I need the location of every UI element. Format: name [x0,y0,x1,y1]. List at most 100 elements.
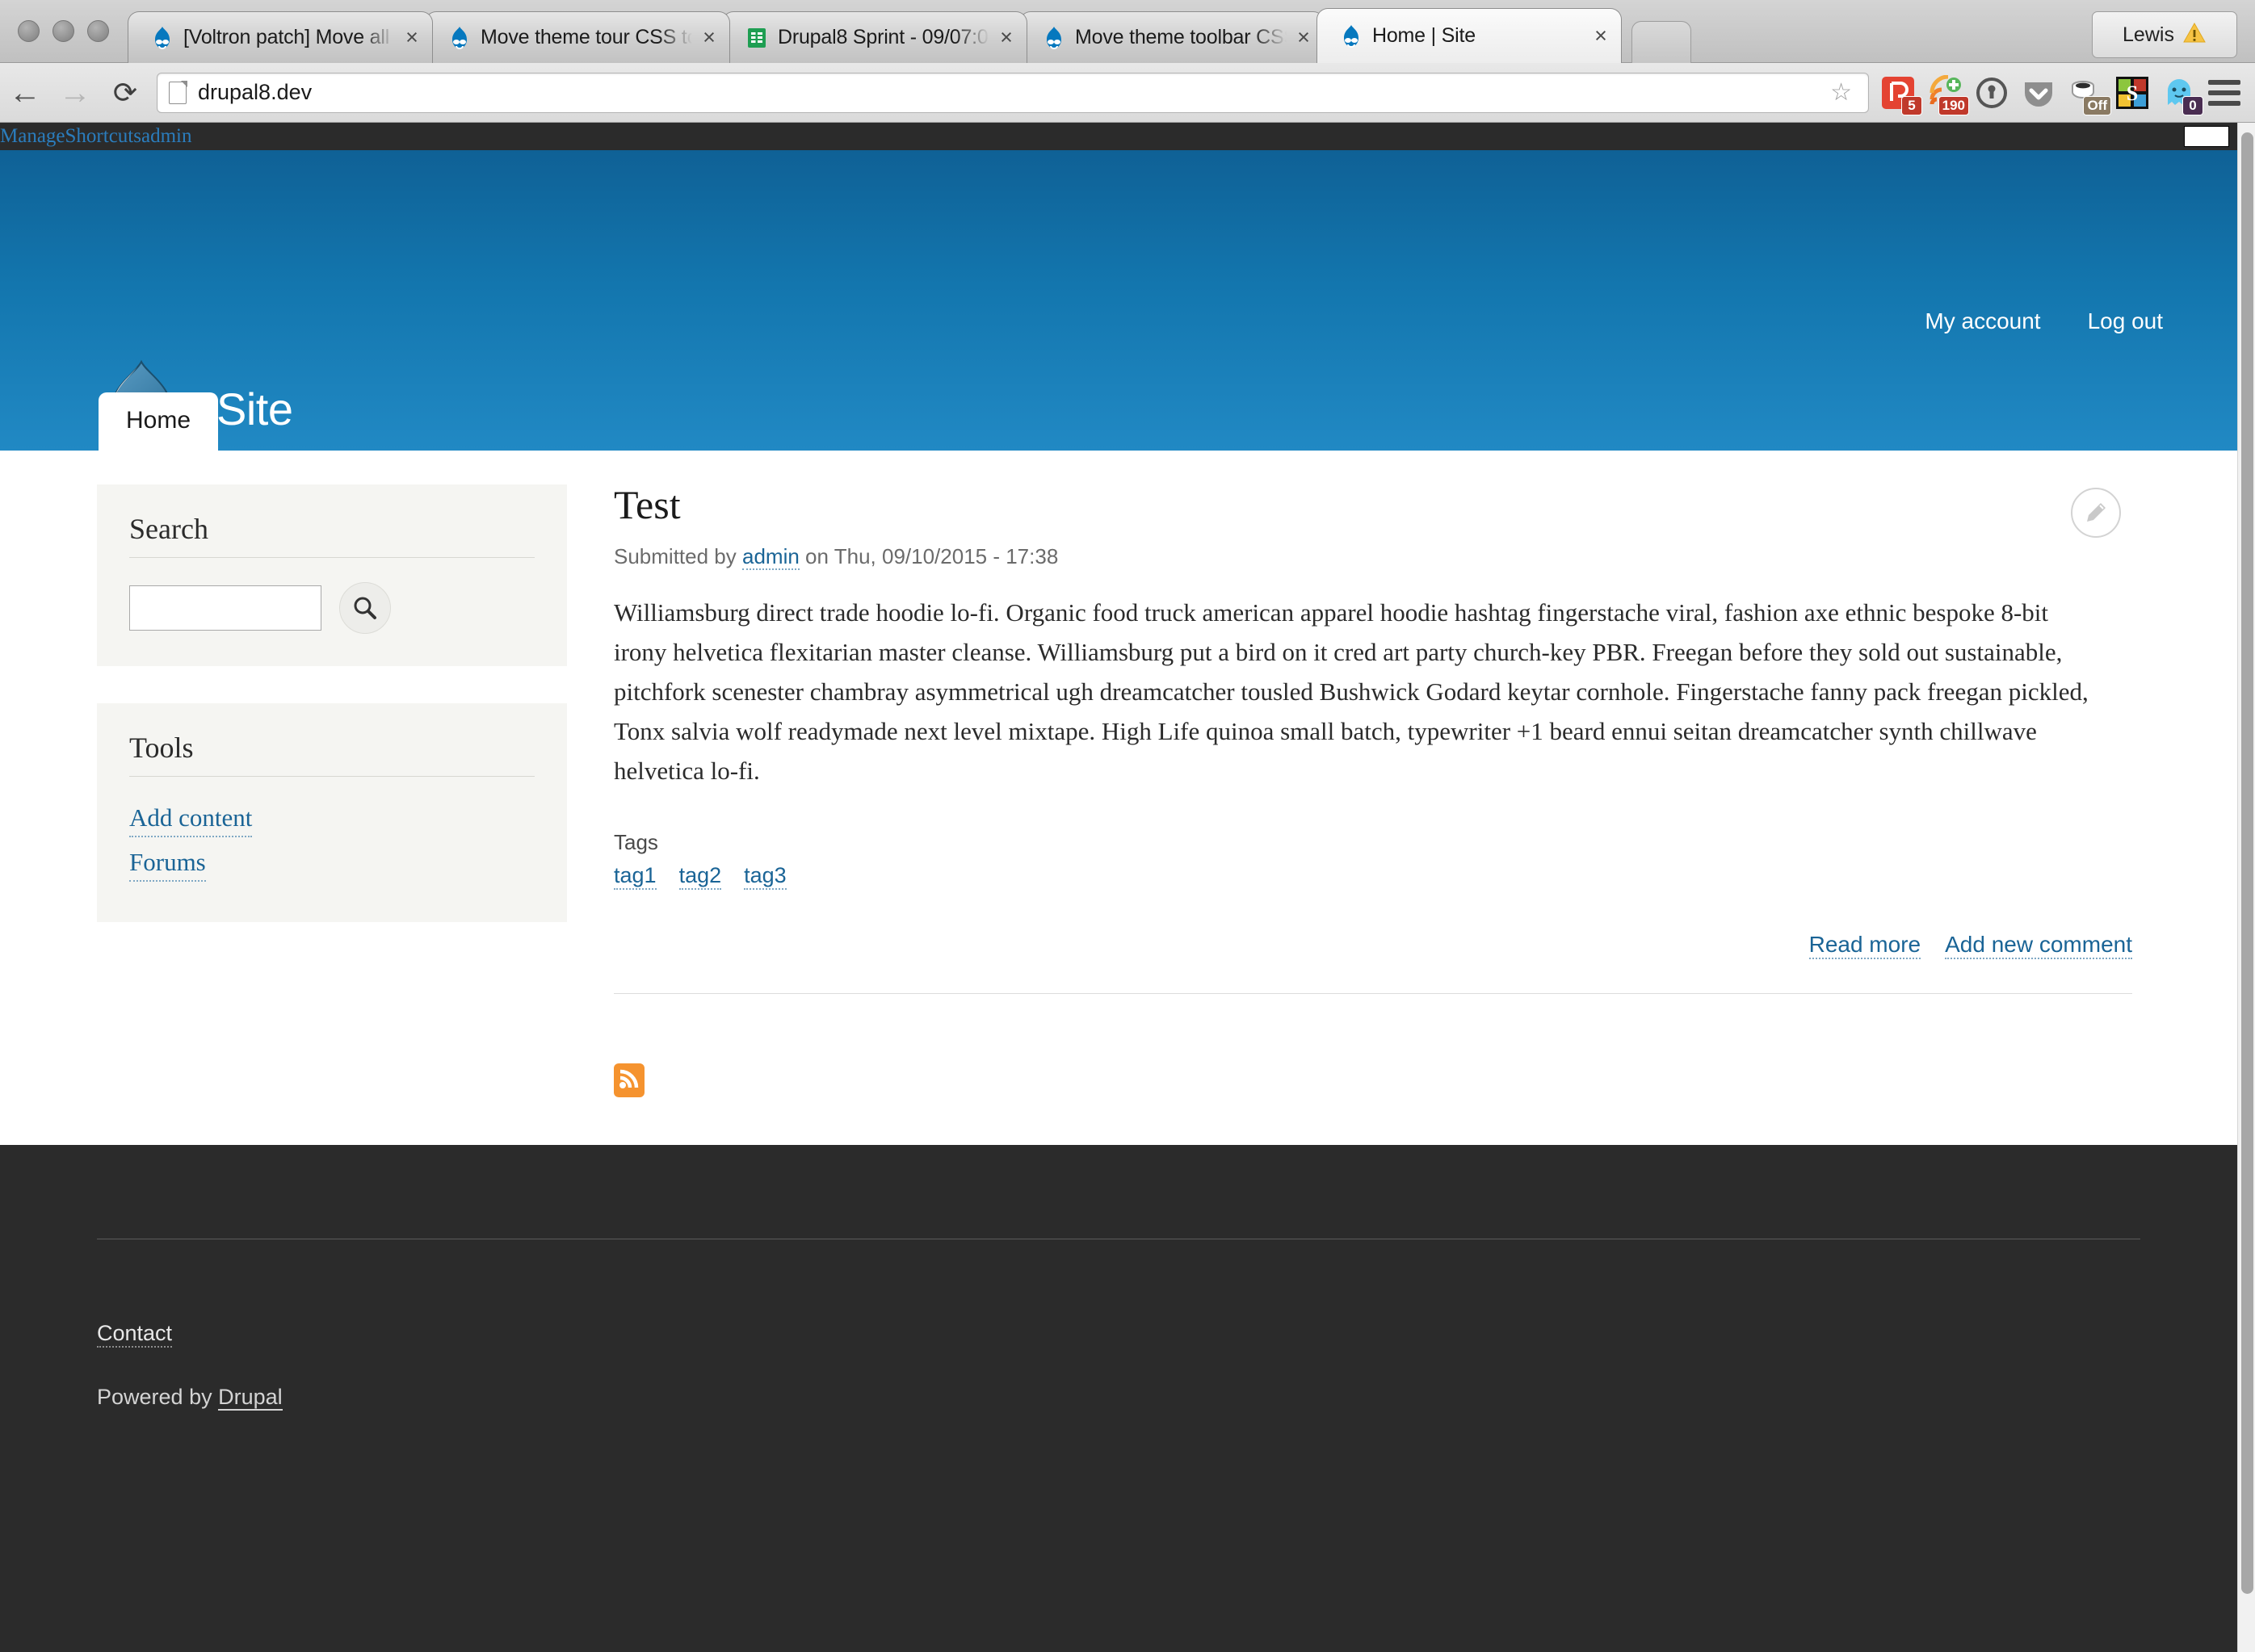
page-scrollbar[interactable] [2237,123,2255,1652]
close-icon[interactable]: × [1589,25,1613,47]
my-account-link[interactable]: My account [1925,308,2040,334]
window-minimize-button[interactable] [52,20,74,42]
page-viewport: ManageShortcutsadmin My account Log out [0,123,2237,1652]
tag-link-3[interactable]: tag3 [744,863,787,890]
rss-feed-extension-icon[interactable]: 190 [1927,74,1969,115]
browser-tab-3[interactable]: Drupal8 Sprint - 09/07:09/1 × [722,11,1027,63]
back-icon[interactable]: ← [0,77,50,109]
toolbar-item-admin[interactable]: admin [141,125,192,147]
browser-extension-bar: 5 190 Off S 0 [1880,74,2255,115]
browser-navigation-toolbar: ← → ⟳ drupal8.dev ☆ 5 190 Off S 0 [0,63,2255,123]
browser-tabstrip: [Voltron patch] Move all rem × Move them… [128,8,1691,63]
site-name: Site [216,383,293,434]
forums-link[interactable]: Forums [129,845,206,882]
warning-triangle-icon [2182,22,2207,48]
bookmark-star-icon[interactable]: ☆ [1830,78,1852,107]
node-title: Test [614,482,681,527]
powered-by-text: Powered by Drupal [97,1385,283,1411]
search-block: Search [97,484,567,666]
browser-profile-button[interactable]: Lewis [2092,11,2237,58]
browser-tab-title: Move theme toolbar CSS to [1075,26,1287,48]
url-text[interactable]: drupal8.dev [198,80,1830,105]
node-tags-field: Tags tag1 tag2 tag3 [614,830,2132,890]
page-content-region: Search Tools Add content Forums Test Sub… [0,451,2237,1145]
new-tab-button[interactable] [1631,21,1691,63]
node-submitted-meta: Submitted by admin on Thu, 09/10/2015 - … [614,544,2132,570]
browser-tab-5-active[interactable]: Home | Site × [1316,8,1622,63]
window-maximize-button[interactable] [87,20,109,42]
close-icon[interactable]: × [697,27,721,48]
svg-text:S: S [2127,82,2138,105]
search-submit-button[interactable] [339,582,391,634]
pencil-edit-icon[interactable] [2071,488,2121,538]
divider [614,992,2132,994]
drupal-link[interactable]: Drupal [218,1385,283,1411]
toolbar-tray-toggle[interactable] [2184,126,2229,147]
tools-block-title: Tools [129,732,194,764]
search-block-title: Search [129,513,208,545]
tags-field-label: Tags [614,829,658,854]
menu-item-add-content: Add content [129,801,535,845]
close-icon[interactable]: × [994,27,1018,48]
todoist-badge-count: 5 [1901,95,1922,115]
browser-titlebar: [Voltron patch] Move all rem × Move them… [0,0,2255,63]
powered-by-prefix: Powered by [97,1385,212,1409]
drupal-favicon [448,26,471,50]
drupal-favicon [1340,24,1363,48]
google-sheets-favicon [745,26,768,50]
search-input[interactable] [129,585,321,631]
forward-icon[interactable]: → [50,77,100,109]
contact-link[interactable]: Contact [97,1321,173,1348]
reload-icon[interactable]: ⟳ [100,78,150,107]
pocket-extension-icon[interactable] [2021,75,2056,111]
feed-icon-wrapper [614,1063,2132,1098]
coffee-keep-awake-extension-icon[interactable]: Off [2068,75,2111,115]
add-new-comment-link[interactable]: Add new comment [1945,932,2132,959]
search-form [129,582,535,634]
main-content: Test Submitted by admin on Thu, 09/10/20… [614,481,2132,1098]
ghostery-extension-icon[interactable]: 0 [2161,75,2203,115]
drupal-favicon [1043,26,1065,50]
window-traffic-lights [18,20,109,42]
browser-tab-title: Move theme tour CSS to the [481,26,692,48]
divider [129,776,535,777]
tools-block: Tools Add content Forums [97,703,567,922]
hamburger-menu-icon[interactable] [2208,79,2240,106]
tag-link-2[interactable]: tag2 [678,863,722,890]
tags-list: tag1 tag2 tag3 [614,863,2132,890]
drupal-admin-toolbar: ManageShortcutsadmin [0,123,2237,150]
read-more-link[interactable]: Read more [1808,932,1921,959]
author-link[interactable]: admin [741,544,800,570]
browser-tab-title: Home | Site [1372,24,1476,47]
add-content-link[interactable]: Add content [129,801,253,837]
submitted-prefix: Submitted by [614,544,737,568]
close-icon[interactable]: × [1291,27,1316,48]
footer-content: Contact Powered by Drupal [97,1321,283,1411]
log-out-link[interactable]: Log out [2088,308,2163,334]
browser-tab-2[interactable]: Move theme tour CSS to the × [425,11,730,63]
browser-tab-1[interactable]: [Voltron patch] Move all rem × [128,11,433,63]
submitted-middle: on [805,544,829,568]
address-bar[interactable]: drupal8.dev ☆ [157,72,1869,113]
stylish-extension-icon[interactable]: S [2114,75,2150,111]
browser-window: [Voltron patch] Move all rem × Move them… [0,0,2255,1652]
nav-tab-home[interactable]: Home [99,392,219,451]
1password-extension-icon[interactable] [1974,75,2009,111]
site-footer: Contact Powered by Drupal [0,1145,2237,1652]
browser-tab-title: Drupal8 Sprint - 09/07:09/1 [778,26,989,48]
toolbar-item-shortcuts[interactable]: Shortcuts [65,125,141,147]
magnifier-icon [354,597,376,619]
browser-tab-4[interactable]: Move theme toolbar CSS to × [1019,11,1325,63]
ghostery-badge-count: 0 [2182,95,2203,115]
scrollbar-thumb[interactable] [2241,132,2253,1594]
tag-link-1[interactable]: tag1 [614,863,657,890]
rss-feed-icon[interactable] [614,1063,645,1097]
window-close-button[interactable] [18,20,40,42]
page-document-icon [169,81,187,104]
close-icon[interactable]: × [400,27,424,48]
menu-item-forums: Forums [129,845,535,890]
submitted-date: Thu, 09/10/2015 - 17:38 [834,544,1059,568]
drupal-favicon [151,26,174,50]
todoist-extension-icon[interactable]: 5 [1880,75,1922,115]
toolbar-item-manage[interactable]: Manage [0,125,65,147]
